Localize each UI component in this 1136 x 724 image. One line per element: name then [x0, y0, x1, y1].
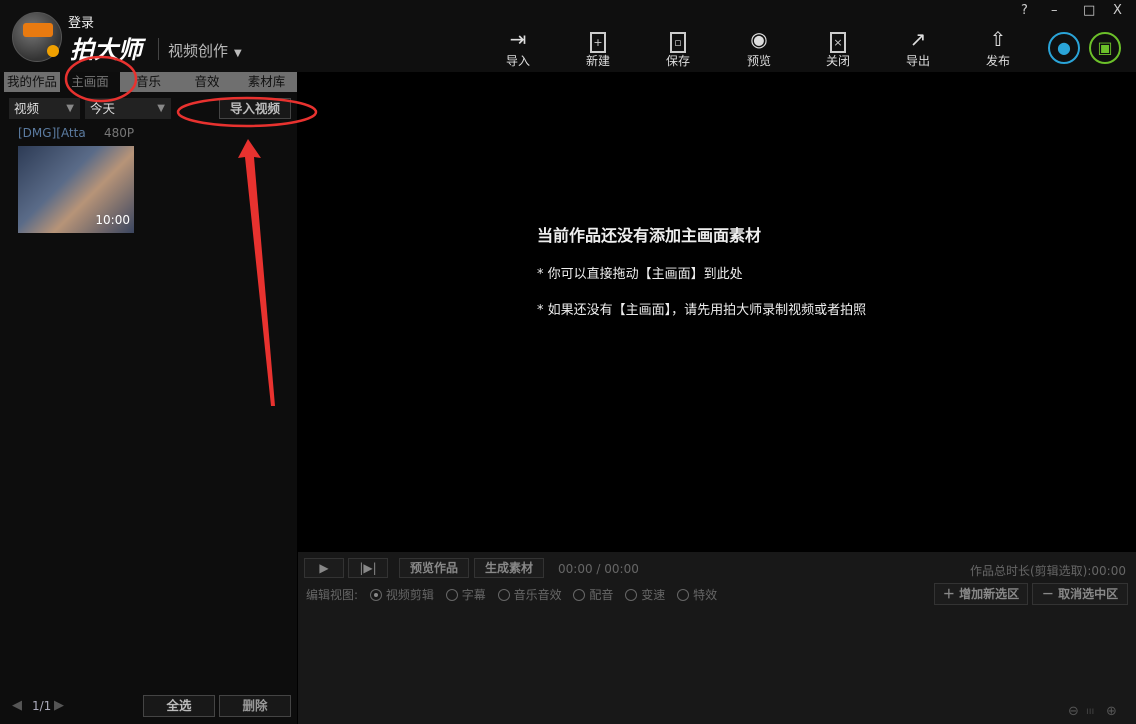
toolbar-export[interactable]: ↗ 导出 — [888, 26, 948, 69]
radio-dubbing[interactable] — [573, 589, 585, 601]
play-button[interactable]: ▶ — [304, 558, 344, 578]
login-link[interactable]: 登录 — [68, 12, 94, 31]
date-value: 今天 — [90, 101, 115, 116]
toolbar-publish[interactable]: ⇧ 发布 — [968, 26, 1028, 69]
close-doc-icon: × — [808, 26, 868, 52]
chevron-down-icon: ▼ — [157, 98, 165, 119]
minimize-button[interactable]: – — [1051, 3, 1058, 18]
new-icon: + — [568, 26, 628, 52]
minus-icon: － — [1042, 587, 1058, 601]
type-select[interactable]: 视频 ▼ — [9, 98, 80, 119]
empty-hint-2: * 如果还没有【主画面】，请先用拍大师录制视频或者拍照 — [537, 299, 866, 318]
save-icon: ▫ — [648, 26, 708, 52]
preview-area: 当前作品还没有添加主画面素材 * 你可以直接拖动【主画面】到此处 * 如果还没有… — [298, 72, 1136, 552]
maximize-button[interactable]: □ — [1083, 3, 1095, 18]
toolbar-label: 导出 — [906, 54, 930, 68]
apple-icon: ● — [1057, 38, 1071, 57]
mode-label: 视频创作 — [168, 42, 228, 60]
brand-name: 拍大师 — [70, 30, 142, 65]
toolbar-label: 新建 — [586, 54, 610, 68]
tab-music[interactable]: 音乐 — [120, 72, 178, 92]
android-icon: ▣ — [1097, 38, 1112, 57]
media-item-name: [DMG][Atta — [18, 126, 86, 140]
tab-sound-effects[interactable]: 音效 — [178, 72, 236, 92]
close-button[interactable]: X — [1113, 3, 1122, 18]
prev-page-icon[interactable]: ◀ — [12, 698, 22, 713]
total-duration: 作品总时长(剪辑选取):00:00 — [970, 562, 1126, 579]
toolbar-import[interactable]: ⇥ 导入 — [488, 26, 548, 69]
radio-effects[interactable] — [677, 589, 689, 601]
toolbar-label: 发布 — [986, 54, 1010, 68]
view-option-label: 字幕 — [462, 588, 486, 602]
toolbar-preview[interactable]: ◉ 预览 — [729, 26, 789, 69]
zoom-out-icon[interactable]: ⊖ — [1068, 704, 1079, 719]
radio-subtitle[interactable] — [446, 589, 458, 601]
import-video-button[interactable]: 导入视频 — [219, 98, 291, 119]
timeline-panel: ▶ |▶| 预览作品 生成素材 00:00 / 00:00 作品总时长(剪辑选取… — [298, 552, 1136, 724]
zoom-in-icon[interactable]: ⊕ — [1106, 704, 1117, 719]
toolbar-label: 导入 — [506, 54, 530, 68]
delete-button[interactable]: 删除 — [219, 695, 291, 717]
toolbar-label: 关闭 — [826, 54, 850, 68]
empty-heading: 当前作品还没有添加主画面素材 — [537, 222, 761, 246]
tab-library[interactable]: 素材库 — [236, 72, 297, 92]
toolbar-save[interactable]: ▫ 保存 — [648, 26, 708, 69]
cancel-region-label: 取消选中区 — [1058, 587, 1118, 601]
divider — [158, 38, 159, 60]
mode-dropdown[interactable]: 视频创作 ▼ — [168, 40, 242, 61]
preview-work-button[interactable]: 预览作品 — [399, 558, 469, 578]
step-button[interactable]: |▶| — [348, 558, 388, 578]
generate-material-button[interactable]: 生成素材 — [474, 558, 544, 578]
view-options: 编辑视图: 视频剪辑 字幕 音乐音效 配音 变速 特效 — [306, 586, 717, 603]
page-indicator: 1/1 — [32, 699, 51, 713]
title-bar: 登录 拍大师 视频创作 ▼ ⇥ 导入 + 新建 ▫ 保存 ◉ 预览 × 关闭 ↗ 导出 ⇧ 发布… — [0, 0, 1136, 72]
view-option-label: 配音 — [589, 588, 613, 602]
next-page-icon[interactable]: ▶ — [54, 698, 64, 713]
import-icon: ⇥ — [488, 26, 548, 52]
export-icon: ↗ — [888, 26, 948, 52]
toolbar-new[interactable]: + 新建 — [568, 26, 628, 69]
chevron-down-icon: ▼ — [234, 48, 242, 59]
android-button[interactable]: ▣ — [1089, 32, 1121, 64]
media-item-resolution: 480P — [104, 126, 134, 140]
view-label: 编辑视图: — [306, 588, 358, 602]
radio-speed[interactable] — [625, 589, 637, 601]
view-option-label: 视频剪辑 — [386, 588, 434, 602]
media-panel: 我的作品 主画面 音乐 音效 素材库 视频 ▼ 今天 ▼ 导入视频 [DMG][At… — [0, 72, 297, 724]
toolbar-label: 保存 — [666, 54, 690, 68]
empty-hint-1: * 你可以直接拖动【主画面】到此处 — [537, 263, 743, 282]
media-thumbnail[interactable]: 10:00 — [18, 146, 134, 233]
view-option-label: 特效 — [693, 588, 717, 602]
help-button[interactable]: ? — [1021, 3, 1028, 18]
app-logo — [12, 12, 62, 62]
type-value: 视频 — [14, 101, 39, 116]
tab-main-screen[interactable]: 主画面 — [60, 72, 120, 92]
view-option-label: 音乐音效 — [514, 588, 562, 602]
media-duration: 10:00 — [95, 213, 130, 227]
zoom-scale-icon: ııı — [1086, 706, 1094, 717]
radio-video-edit[interactable] — [370, 589, 382, 601]
radio-music[interactable] — [498, 589, 510, 601]
media-tabs: 我的作品 主画面 音乐 音效 素材库 — [4, 72, 297, 92]
toolbar-close[interactable]: × 关闭 — [808, 26, 868, 69]
time-display: 00:00 / 00:00 — [558, 562, 639, 576]
toolbar-label: 预览 — [747, 54, 771, 68]
plus-icon: ＋ — [943, 587, 959, 601]
chevron-down-icon: ▼ — [66, 98, 74, 119]
select-all-button[interactable]: 全选 — [143, 695, 215, 717]
publish-icon: ⇧ — [968, 26, 1028, 52]
add-region-label: 增加新选区 — [959, 587, 1019, 601]
eye-icon: ◉ — [729, 26, 789, 52]
view-option-label: 变速 — [641, 588, 665, 602]
cancel-region-button[interactable]: － 取消选中区 — [1032, 583, 1128, 605]
date-select[interactable]: 今天 ▼ — [85, 98, 171, 119]
add-region-button[interactable]: ＋ 增加新选区 — [934, 583, 1028, 605]
tab-my-works[interactable]: 我的作品 — [4, 72, 60, 92]
ios-button[interactable]: ● — [1048, 32, 1080, 64]
